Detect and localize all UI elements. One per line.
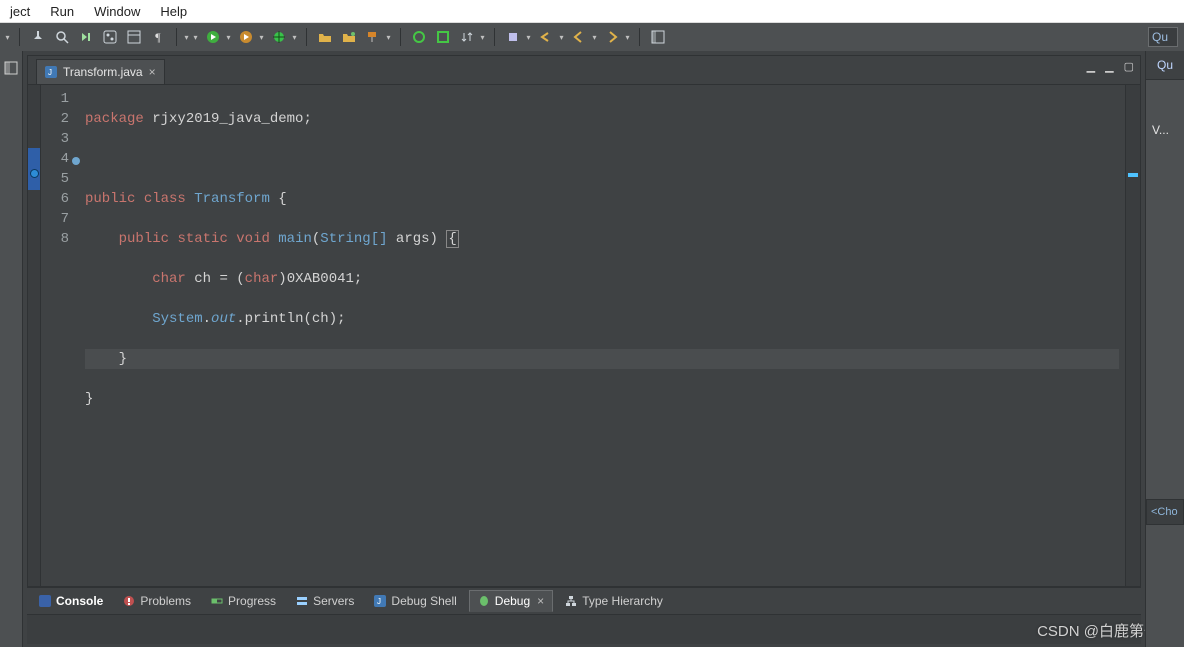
tab-label: Progress (228, 594, 276, 608)
tab-label: Type Hierarchy (582, 594, 663, 608)
tab-problems[interactable]: Problems (115, 591, 199, 611)
center-column: J Transform.java × ▁ ▁ ▢ 1 2 (23, 51, 1145, 647)
line-number: 3 (41, 129, 69, 149)
tab-label: Console (56, 594, 103, 608)
right-trim: Qu V... <Cho (1145, 51, 1184, 647)
line-number: 5 (41, 169, 69, 189)
editor-tab-transform[interactable]: J Transform.java × (36, 59, 165, 84)
restore-view-icon[interactable] (4, 61, 18, 75)
chevron-down-icon[interactable]: ▾ (4, 28, 11, 46)
minimize-icon[interactable]: ▁ (1087, 60, 1095, 73)
sort-icon[interactable] (457, 27, 477, 47)
editor-tabs: J Transform.java × ▁ ▁ ▢ (28, 56, 1140, 85)
skip-icon[interactable] (76, 27, 96, 47)
line-number: 6 (41, 189, 69, 209)
problems-icon (123, 595, 135, 607)
box-icon[interactable] (433, 27, 453, 47)
perspective-icon[interactable] (648, 27, 668, 47)
back-icon[interactable] (569, 27, 589, 47)
overview-mark (1128, 173, 1138, 177)
editor-pane: J Transform.java × ▁ ▁ ▢ 1 2 (27, 55, 1141, 587)
tab-progress[interactable]: Progress (203, 591, 284, 611)
chevron-down-icon[interactable]: ▾ (291, 28, 298, 46)
overview-ruler[interactable] (1125, 85, 1140, 586)
tab-console[interactable]: Console (31, 591, 111, 611)
chevron-down-icon[interactable]: ▾ (479, 28, 486, 46)
tab-label: Debug (495, 594, 530, 608)
breakpoint-icon[interactable] (30, 169, 39, 178)
view-label[interactable]: V... (1152, 123, 1169, 137)
chevron-down-icon[interactable]: ▾ (385, 28, 392, 46)
line-number: 7 (41, 209, 69, 229)
chevron-down-icon[interactable]: ▾ (558, 28, 565, 46)
tab-label: Servers (313, 594, 354, 608)
tab-servers[interactable]: Servers (288, 591, 362, 611)
chevron-down-icon[interactable]: ▾ (183, 28, 190, 46)
line-number: 8 (41, 229, 69, 249)
undo-icon[interactable] (536, 27, 556, 47)
min2-icon[interactable]: ▁ (1105, 60, 1113, 73)
bottom-panel: Console Problems Progress Servers J Debu… (27, 587, 1141, 644)
editor-tab-label: Transform.java (63, 65, 143, 79)
close-icon[interactable]: × (537, 594, 544, 608)
menu-item-help[interactable]: Help (150, 2, 197, 21)
svg-text:J: J (48, 68, 52, 77)
tab-type-hierarchy[interactable]: Type Hierarchy (557, 591, 671, 611)
progress-icon (211, 595, 223, 607)
tab-debug-shell[interactable]: J Debug Shell (366, 591, 464, 611)
line-number: 4 (41, 149, 69, 169)
debug-icon[interactable] (269, 27, 289, 47)
main-toolbar: ▾ ¶ ▾ ▾ ▾ ▾ ▾ ▾ ▾ ▾ ▾ ▾ ▾ Qu (0, 23, 1184, 51)
console-icon (39, 595, 51, 607)
bottom-panel-body[interactable] (27, 615, 1141, 644)
tab-label: Debug Shell (391, 594, 456, 608)
tab-debug[interactable]: Debug × (469, 590, 553, 612)
marker-ruler (28, 85, 41, 586)
code-area[interactable]: package rjxy2019_java_demo; public class… (75, 85, 1125, 586)
line-number: 2 (41, 109, 69, 129)
circle-icon[interactable] (409, 27, 429, 47)
svg-text:J: J (377, 597, 381, 606)
chevron-down-icon[interactable]: ▾ (624, 28, 631, 46)
paint-icon[interactable] (363, 27, 383, 47)
folder-icon[interactable] (315, 27, 335, 47)
bug-icon (478, 595, 490, 607)
chevron-down-icon[interactable]: ▾ (192, 28, 199, 46)
chevron-down-icon[interactable]: ▾ (525, 28, 532, 46)
workbench-area: J Transform.java × ▁ ▁ ▢ 1 2 (0, 51, 1184, 647)
hierarchy-icon (565, 595, 577, 607)
search-icon[interactable] (52, 27, 72, 47)
bottom-tabs: Console Problems Progress Servers J Debu… (27, 588, 1141, 615)
maximize-icon[interactable]: ▢ (1124, 60, 1134, 73)
quick-search-input[interactable]: Qu (1148, 27, 1178, 47)
left-trim (0, 51, 23, 647)
chevron-down-icon[interactable]: ▾ (258, 28, 265, 46)
close-icon[interactable]: × (149, 65, 156, 79)
editor-body[interactable]: 1 2 3 4 5 6 7 8 package rjxy2019_java_de… (28, 85, 1140, 586)
breakpoints-icon[interactable] (100, 27, 120, 47)
tab-label: Problems (140, 594, 191, 608)
menu-item-window[interactable]: Window (84, 2, 150, 21)
paragraph-icon[interactable]: ¶ (148, 27, 168, 47)
run-last-icon[interactable] (236, 27, 256, 47)
debug-shell-icon: J (374, 595, 386, 607)
wizard-icon[interactable] (503, 27, 523, 47)
java-file-icon: J (45, 66, 57, 78)
editor-tab-controls: ▁ ▁ ▢ (1087, 60, 1134, 73)
quick-access[interactable]: Qu (1146, 51, 1184, 80)
outline-dropdown[interactable]: <Cho (1146, 499, 1184, 525)
run-icon[interactable] (203, 27, 223, 47)
chevron-down-icon[interactable]: ▾ (591, 28, 598, 46)
menu-bar: ject Run Window Help (0, 0, 1184, 23)
menu-item-project[interactable]: ject (0, 2, 40, 21)
forward-icon[interactable] (602, 27, 622, 47)
chevron-down-icon[interactable]: ▾ (225, 28, 232, 46)
layout-icon[interactable] (124, 27, 144, 47)
folder-new-icon[interactable] (339, 27, 359, 47)
line-number: 1 (41, 89, 69, 109)
line-number-column: 1 2 3 4 5 6 7 8 (41, 85, 75, 586)
servers-icon (296, 595, 308, 607)
menu-item-run[interactable]: Run (40, 2, 84, 21)
pin-icon[interactable] (28, 27, 48, 47)
